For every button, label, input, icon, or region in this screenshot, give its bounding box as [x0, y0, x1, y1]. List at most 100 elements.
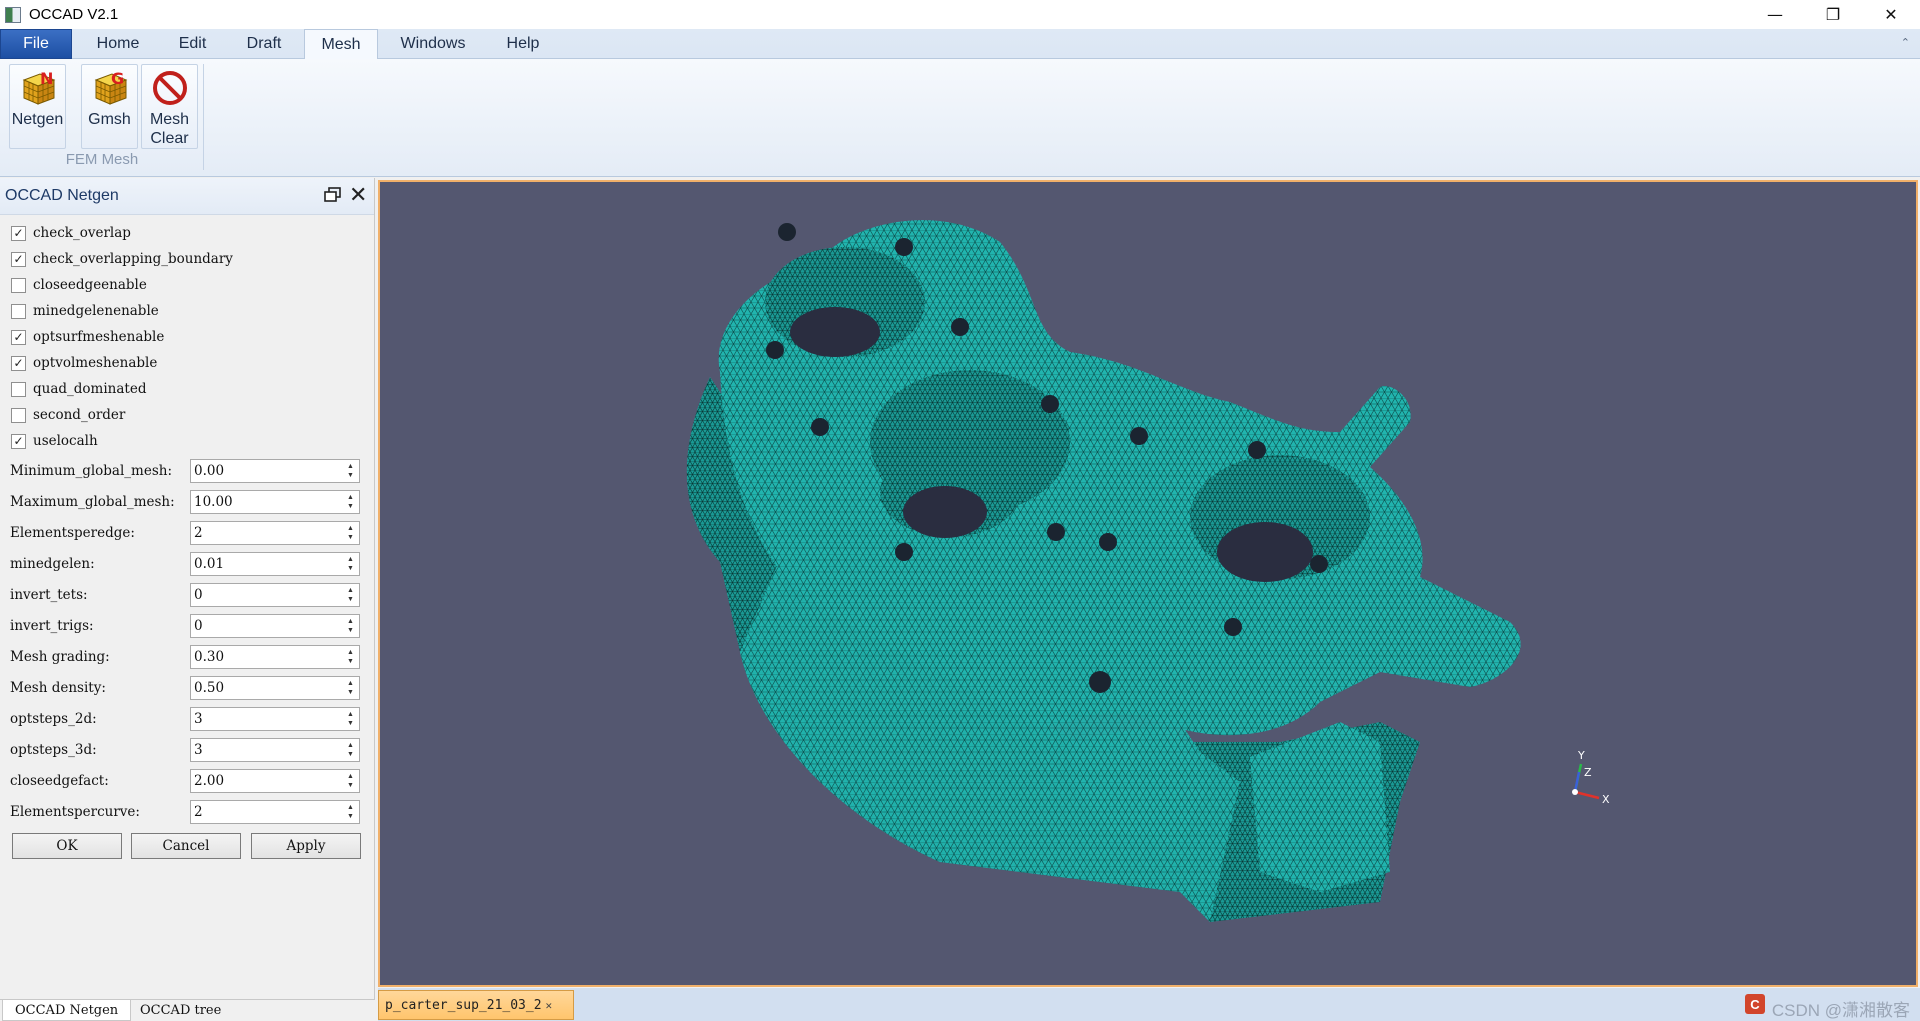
checkbox-minedgelenenable[interactable] [11, 303, 26, 319]
option-row-check-overlapping-boundary[interactable]: ✓ check_overlapping_boundary [11, 249, 233, 269]
restore-button[interactable]: ❐ [1804, 0, 1862, 29]
cancel-button[interactable]: Cancel [131, 833, 241, 859]
checkbox-check-overlapping-boundary[interactable]: ✓ [11, 251, 26, 267]
menu-tab-draft[interactable]: Draft [237, 29, 291, 59]
spin-arrows-icon[interactable]: ▲ ▼ [344, 708, 357, 730]
param-spinbox[interactable]: 3 ▲ ▼ [190, 707, 360, 731]
param-value[interactable]: 0.00 [194, 463, 344, 479]
checkbox-uselocalh[interactable]: ✓ [11, 433, 26, 449]
param-spinbox[interactable]: 0 ▲ ▼ [190, 614, 360, 638]
float-panel-icon[interactable] [324, 187, 341, 202]
param-spinbox[interactable]: 2.00 ▲ ▼ [190, 769, 360, 793]
spin-arrows-icon[interactable]: ▲ ▼ [344, 460, 357, 482]
menu-tab-mesh[interactable]: Mesh [304, 29, 378, 60]
param-value[interactable]: 2 [194, 804, 344, 820]
gmsh-cube-icon: G [94, 69, 127, 105]
checkbox-optvolmeshenable[interactable]: ✓ [11, 355, 26, 371]
menu-tab-file[interactable]: File [0, 29, 72, 59]
menu-tab-help[interactable]: Help [495, 29, 551, 59]
param-spinbox[interactable]: 0.00 ▲ ▼ [190, 459, 360, 483]
spin-arrows-icon[interactable]: ▲ ▼ [344, 770, 357, 792]
param-spinbox[interactable]: 0.30 ▲ ▼ [190, 645, 360, 669]
tab-occad-netgen[interactable]: OCCAD Netgen [2, 1000, 132, 1021]
axis-y-label: Y [1577, 749, 1585, 762]
option-row-uselocalh[interactable]: ✓ uselocalh [11, 431, 98, 451]
window-title: OCCAD V2.1 [29, 6, 119, 23]
param-label: Maximum_global_mesh: [10, 494, 175, 510]
document-tab-label: p_carter_sup_21_03_2 [385, 997, 542, 1013]
close-panel-icon[interactable]: ✕ [349, 182, 367, 208]
tab-occad-tree[interactable]: OCCAD tree [128, 1000, 233, 1021]
meshed-part-model [686, 220, 1521, 922]
param-spinbox[interactable]: 10.00 ▲ ▼ [190, 490, 360, 514]
spin-arrows-icon[interactable]: ▲ ▼ [344, 491, 357, 513]
3d-viewport[interactable]: Y Z X [378, 180, 1918, 987]
param-value[interactable]: 2.00 [194, 773, 344, 789]
dock-title: OCCAD Netgen [5, 187, 119, 204]
param-value[interactable]: 10.00 [194, 494, 344, 510]
menu-tab-home[interactable]: Home [88, 29, 148, 59]
apply-button[interactable]: Apply [251, 833, 361, 859]
window-controls: — ❐ ✕ [1746, 0, 1920, 29]
checkbox-label: optsurfmeshenable [33, 329, 165, 345]
option-row-optsurfmeshenable[interactable]: ✓ optsurfmeshenable [11, 327, 164, 347]
checkbox-label: second_order [33, 407, 126, 423]
mesh-view-canvas[interactable]: Y Z X [380, 182, 1916, 985]
option-row-minedgelenenable[interactable]: minedgelenenable [11, 301, 159, 321]
spin-arrows-icon[interactable]: ▲ ▼ [344, 522, 357, 544]
spin-arrows-icon[interactable]: ▲ ▼ [344, 739, 357, 761]
param-value[interactable]: 3 [194, 711, 344, 727]
spin-arrows-icon[interactable]: ▲ ▼ [344, 801, 357, 823]
dock-tab-bar: OCCAD Netgen OCCAD tree [0, 999, 375, 1021]
menu-tab-edit[interactable]: Edit [165, 29, 220, 59]
option-row-check-overlap[interactable]: ✓ check_overlap [11, 223, 131, 243]
spin-arrows-icon[interactable]: ▲ ▼ [344, 615, 357, 637]
option-row-closeedgeenable[interactable]: closeedgeenable [11, 275, 147, 295]
checkbox-optsurfmeshenable[interactable]: ✓ [11, 329, 26, 345]
param-value[interactable]: 0.01 [194, 556, 344, 572]
mesh-clear-button-label: Mesh Clear [149, 111, 190, 147]
checkbox-label: quad_dominated [33, 381, 147, 397]
spin-arrows-icon[interactable]: ▲ ▼ [344, 677, 357, 699]
param-spinbox[interactable]: 0 ▲ ▼ [190, 583, 360, 607]
checkbox-second-order[interactable] [11, 407, 26, 423]
param-spinbox[interactable]: 2 ▲ ▼ [190, 800, 360, 824]
param-label: optsteps_3d: [10, 742, 97, 758]
menu-tab-windows[interactable]: Windows [390, 29, 476, 59]
spin-arrows-icon[interactable]: ▲ ▼ [344, 553, 357, 575]
dock-title-bar: OCCAD Netgen ✕ [0, 178, 374, 215]
param-value[interactable]: 0 [194, 618, 344, 634]
axis-z-label: Z [1584, 766, 1592, 779]
menu-bar: File Home Edit Draft Mesh Windows Help ⌃ [0, 29, 1920, 60]
minimize-button[interactable]: — [1746, 0, 1804, 29]
param-label: invert_trigs: [10, 618, 94, 634]
param-spinbox[interactable]: 0.50 ▲ ▼ [190, 676, 360, 700]
document-tab[interactable]: p_carter_sup_21_03_2 ✕ [378, 990, 574, 1020]
ribbon-collapse-icon[interactable]: ⌃ [1901, 36, 1910, 49]
spin-arrows-icon[interactable]: ▲ ▼ [344, 646, 357, 668]
param-value[interactable]: 3 [194, 742, 344, 758]
ribbon-group-separator [203, 64, 204, 170]
axis-triad: Y Z X [1572, 749, 1610, 806]
netgen-button-label: Netgen [11, 111, 64, 128]
param-value[interactable]: 2 [194, 525, 344, 541]
param-spinbox[interactable]: 0.01 ▲ ▼ [190, 552, 360, 576]
param-value[interactable]: 0.30 [194, 649, 344, 665]
spin-arrows-icon[interactable]: ▲ ▼ [344, 584, 357, 606]
param-value[interactable]: 0 [194, 587, 344, 603]
option-row-optvolmeshenable[interactable]: ✓ optvolmeshenable [11, 353, 157, 373]
checkbox-quad-dominated[interactable] [11, 381, 26, 397]
option-row-quad-dominated[interactable]: quad_dominated [11, 379, 146, 399]
gmsh-button[interactable]: G Gmsh [81, 64, 138, 149]
option-row-second-order[interactable]: second_order [11, 405, 125, 425]
param-spinbox[interactable]: 3 ▲ ▼ [190, 738, 360, 762]
param-value[interactable]: 0.50 [194, 680, 344, 696]
close-window-button[interactable]: ✕ [1862, 0, 1920, 29]
checkbox-check-overlap[interactable]: ✓ [11, 225, 26, 241]
netgen-button[interactable]: N Netgen [9, 64, 66, 149]
mesh-clear-button[interactable]: Mesh Clear [141, 64, 198, 149]
param-spinbox[interactable]: 2 ▲ ▼ [190, 521, 360, 545]
ok-button[interactable]: OK [12, 833, 122, 859]
checkbox-closeedgeenable[interactable] [11, 277, 26, 293]
document-tab-close-icon[interactable]: ✕ [546, 999, 553, 1012]
